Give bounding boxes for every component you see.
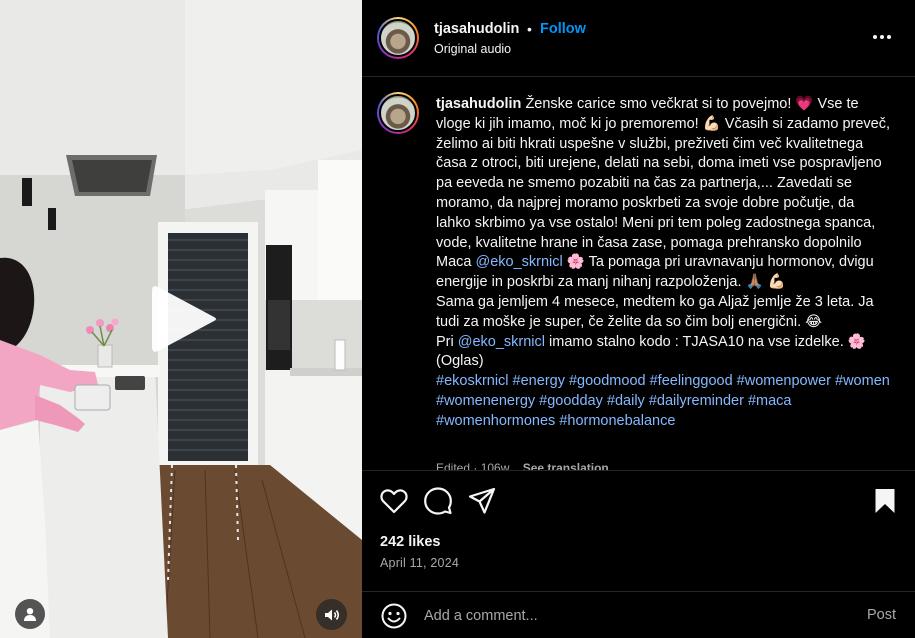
volume-icon	[324, 609, 339, 620]
comment-icon[interactable]	[423, 486, 453, 516]
comment-input[interactable]	[424, 604, 844, 628]
mention-link[interactable]: @eko_skrnicl	[458, 334, 545, 350]
audio-label[interactable]: Original audio	[434, 42, 511, 56]
header-username[interactable]: tjasahudolin	[434, 21, 519, 37]
tagged-users-button[interactable]	[15, 599, 45, 629]
caption-username[interactable]: tjasahudolin	[436, 96, 521, 112]
mention-link[interactable]: @eko_skrnicl	[476, 254, 563, 270]
avatar[interactable]	[377, 17, 419, 59]
hashtags[interactable]: #ekoskrnicl #energy #goodmood #feelinggo…	[436, 373, 890, 429]
audio-toggle-button[interactable]	[316, 599, 347, 630]
comment-bar: Post	[362, 591, 915, 638]
post-details-panel: tjasahudolin • Follow Original audio tja…	[362, 0, 915, 638]
follow-button[interactable]: Follow	[540, 21, 586, 37]
caption-ad-label: (Oglas)	[436, 353, 484, 370]
video-player[interactable]	[0, 0, 362, 638]
user-icon	[24, 608, 36, 621]
bookmark-icon[interactable]	[870, 486, 900, 516]
caption-paragraph-4b: imamo stalno kodo : TJASA10 na vse izdel…	[545, 333, 866, 350]
heart-icon[interactable]	[379, 486, 409, 516]
caption-paragraph-4a: Pri	[436, 333, 458, 350]
emoji-icon[interactable]	[381, 603, 407, 629]
separator-dot: •	[527, 21, 532, 37]
edited-label: Edited · 106w	[436, 461, 510, 470]
post-viewer: tjasahudolin • Follow Original audio tja…	[0, 0, 915, 638]
play-icon[interactable]	[150, 283, 220, 355]
post-date[interactable]: April 11, 2024	[380, 556, 459, 570]
see-translation-link[interactable]: See translation	[523, 461, 609, 470]
caption-meta: Edited · 106w See translation	[436, 461, 609, 470]
more-horizontal-icon[interactable]	[867, 25, 897, 49]
share-icon[interactable]	[467, 486, 497, 516]
caption-paragraph-3: Sama ga jemljem 4 mesece, medtem ko ga A…	[436, 293, 874, 330]
caption-avatar[interactable]	[377, 92, 419, 134]
likes-count[interactable]: 242 likes	[380, 534, 440, 550]
caption-area[interactable]: tjasahudolin Ženske carice smo večkrat s…	[362, 78, 915, 470]
caption-text: tjasahudolin Ženske carice smo večkrat s…	[436, 95, 891, 432]
caption-paragraph-1: Ženske carice smo večkrat si to povejmo!…	[436, 96, 891, 271]
post-header: tjasahudolin • Follow Original audio	[362, 0, 915, 77]
post-button[interactable]: Post	[867, 607, 896, 623]
